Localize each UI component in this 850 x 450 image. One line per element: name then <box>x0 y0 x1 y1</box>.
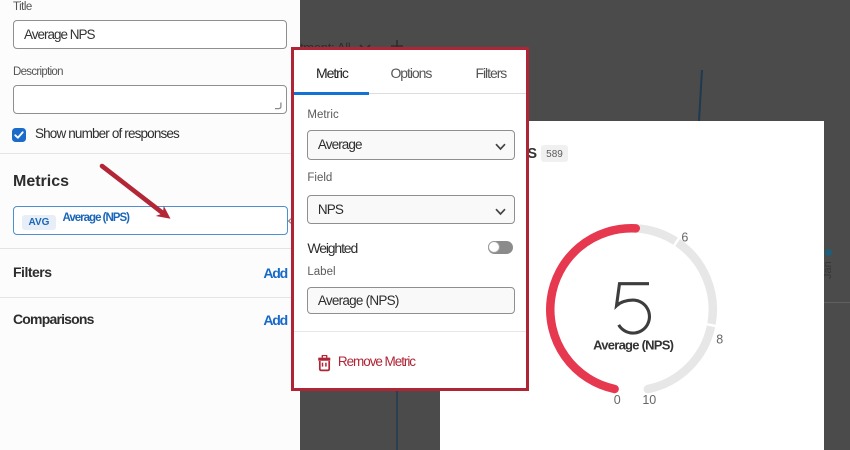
svg-text:0: 0 <box>614 393 621 407</box>
svg-text:6: 6 <box>681 231 688 245</box>
svg-text:Average (NPS): Average (NPS) <box>593 338 673 353</box>
svg-text:8: 8 <box>716 333 723 347</box>
svg-text:10: 10 <box>642 393 656 407</box>
